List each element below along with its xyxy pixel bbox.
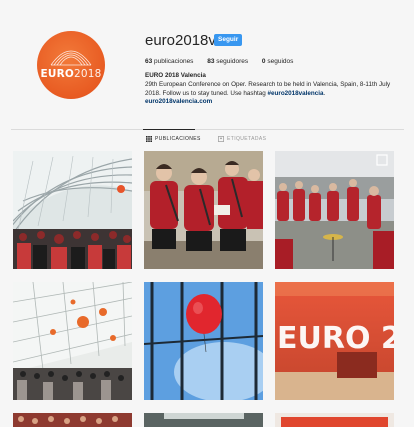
logo-main-text: EURO xyxy=(40,68,74,80)
following-stat[interactable]: 0 seguidos xyxy=(262,58,293,65)
post-image-partial-red xyxy=(275,413,394,427)
grid-post[interactable] xyxy=(275,151,394,269)
posts-grid: EURO 2018 xyxy=(13,151,395,427)
followers-stat[interactable]: 83 seguidores xyxy=(207,58,248,65)
grid-post[interactable]: EURO 2018 xyxy=(275,282,394,400)
post-image-hall-balloons xyxy=(13,282,132,400)
tab-etiquetadas[interactable]: ETIQUETADAS xyxy=(218,136,266,142)
bio-name: EURO 2018 Valencia xyxy=(145,72,206,79)
grid-post[interactable] xyxy=(13,413,132,427)
bio-line2: 2018. Follow us to stay tuned. Use hasht… xyxy=(145,90,395,99)
grid-post[interactable] xyxy=(144,151,263,269)
post-image-musicians-red-shirts xyxy=(144,151,263,269)
post-image-architecture-crowd xyxy=(13,151,132,269)
followers-count: 83 xyxy=(207,58,215,65)
posts-label: publicaciones xyxy=(154,58,194,65)
grid-post[interactable] xyxy=(144,282,263,400)
post-image-partial-crowd xyxy=(13,413,132,427)
tabs-divider xyxy=(11,129,404,130)
logo-year-text: 2018 xyxy=(73,68,102,80)
grid-post[interactable] xyxy=(144,413,263,427)
grid-icon xyxy=(146,136,152,142)
bio-website-link[interactable]: euro2018valencia.com xyxy=(145,98,395,107)
post-image-partial-ceiling xyxy=(144,413,263,427)
follow-button[interactable]: Seguir xyxy=(214,34,243,46)
logo-arch-graphic xyxy=(50,50,92,66)
followers-label: seguidores xyxy=(216,58,249,65)
sign-text: EURO 2018 xyxy=(277,321,394,356)
bio-line1: 29th European Conference on Oper. Resear… xyxy=(145,80,391,88)
bio-line2-text: 2018. Follow us to stay tuned. Use hasht… xyxy=(145,89,268,97)
post-image-euro2018-sign: EURO 2018 xyxy=(275,282,394,400)
active-tab-indicator xyxy=(143,129,195,130)
grid-post[interactable] xyxy=(275,413,394,427)
post-image-band-playing xyxy=(275,151,394,269)
tab-etiquetadas-label: ETIQUETADAS xyxy=(227,136,267,142)
posts-count: 63 xyxy=(145,58,153,65)
profile-header: EURO2018 euro2018vlc Seguir 63 publicaci… xyxy=(0,0,414,128)
following-label: seguidos xyxy=(267,58,294,65)
avatar-logo-text: EURO2018 xyxy=(37,68,105,80)
following-count: 0 xyxy=(261,58,266,65)
profile-stats: 63 publicaciones 83 seguidores 0 seguido… xyxy=(145,58,305,65)
bio-line2-suffix: . xyxy=(323,89,326,97)
tab-publicaciones[interactable]: PUBLICACIONES xyxy=(146,136,201,142)
profile-bio: EURO 2018 Valencia 29th European Confere… xyxy=(145,72,395,107)
posts-stat: 63 publicaciones xyxy=(145,58,193,65)
grid-post[interactable] xyxy=(13,151,132,269)
bio-hashtag-link[interactable]: #euro2018valencia xyxy=(268,90,324,97)
tab-publicaciones-label: PUBLICACIONES xyxy=(155,136,201,142)
grid-post[interactable] xyxy=(13,282,132,400)
post-image-red-balloon-sky xyxy=(144,282,263,400)
avatar[interactable]: EURO2018 xyxy=(37,31,105,99)
tag-icon xyxy=(218,136,224,142)
